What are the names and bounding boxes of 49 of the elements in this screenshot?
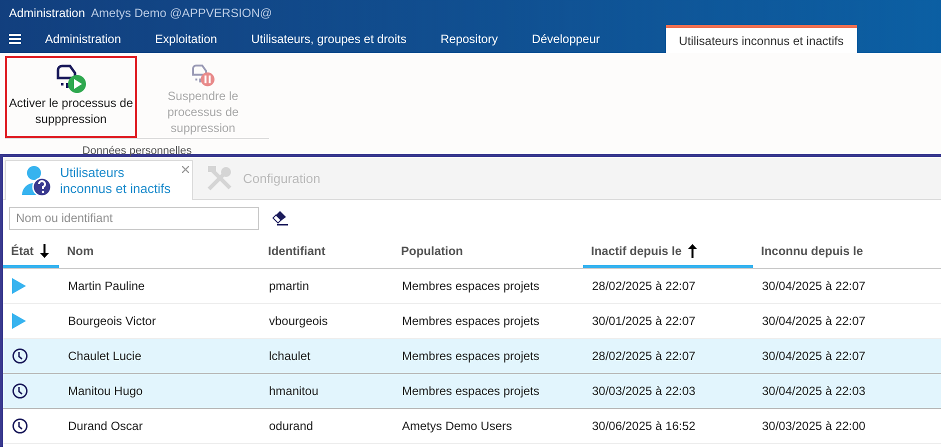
menu-icon[interactable] [9, 34, 21, 44]
sort-up-icon [688, 244, 697, 258]
table-cell-text: 30/04/2025 à 22:07 [761, 313, 866, 330]
close-icon[interactable] [182, 166, 189, 173]
menu-tab[interactable]: Utilisateurs, groupes et droits [239, 25, 418, 53]
table-cell-text: vbourgeois [268, 313, 329, 330]
table-cell-text: 30/04/2025 à 22:03 [761, 383, 866, 400]
table-row[interactable]: Chaulet Lucie lchaulet Membres espaces projets 28/02/2025 à 22:07 30/04/2025 à 22:07 [3, 339, 941, 374]
table-cell-text: 30/01/2025 à 22:07 [591, 313, 696, 330]
table-cell-text: 28/02/2025 à 22:07 [591, 348, 696, 365]
search-field[interactable]: Nom ou identifiant [9, 206, 259, 230]
menu-tab[interactable]: Développeur [520, 25, 612, 53]
column-header[interactable]: Population [393, 236, 583, 268]
window-title: Administration [9, 4, 86, 22]
table-cell-text: Martin Pauline [67, 278, 146, 295]
panel-tab[interactable]: Utilisateurs inconnus et inactifs [5, 160, 193, 200]
contextual-tab[interactable]: Utilisateurs inconnus et inactifs [666, 25, 857, 53]
printer-play-icon [55, 64, 87, 94]
column-header[interactable]: Identifiant [260, 236, 393, 268]
table-cell-text: Membres espaces projets [401, 348, 540, 365]
table-cell-text: Ametys Demo Users [401, 418, 514, 435]
table-cell-text: 30/03/2025 à 22:03 [591, 383, 696, 400]
menu-tab[interactable]: Administration [33, 25, 134, 53]
column-header[interactable]: Inconnu depuis le [753, 236, 934, 268]
table-cell-text: Chaulet Lucie [67, 348, 142, 365]
table-cell-text: 28/02/2025 à 22:07 [591, 278, 696, 295]
table-cell-text: lchaulet [268, 348, 312, 365]
table-cell-text: 30/04/2025 à 22:07 [761, 348, 866, 365]
table-cell-text: odurand [268, 418, 314, 435]
table-cell-text: 30/03/2025 à 22:00 [761, 418, 866, 435]
table-cell-text: 30/04/2025 à 22:07 [761, 278, 866, 295]
table-cell-text: Membres espaces projets [401, 313, 540, 330]
eraser-icon[interactable] [272, 210, 289, 226]
table-cell-text: pmartin [268, 278, 310, 295]
table-cell-text: Bourgeois Victor [67, 313, 157, 330]
table-cell-text: Durand Oscar [67, 418, 144, 435]
menu-tab[interactable]: Repository [428, 25, 510, 53]
menu-tab[interactable]: Exploitation [143, 25, 230, 53]
activate-button[interactable]: Activer le processus de supppression [5, 56, 137, 138]
table-row[interactable]: Manitou Hugo hmanitou Membres espaces projets 30/03/2025 à 22:03 30/04/2025 à 22:03 [3, 374, 941, 409]
column-header[interactable]: Nom [59, 236, 260, 268]
window-subtitle: Ametys Demo @APPVERSION@ [91, 4, 272, 22]
table-cell-text: Membres espaces projets [401, 383, 540, 400]
table-cell-text: Membres espaces projets [401, 278, 540, 295]
table-cell-text: 30/06/2025 à 16:52 [591, 418, 696, 435]
table-cell-text: Manitou Hugo [67, 383, 144, 400]
ribbon-group-label: Données personnelles [82, 145, 192, 157]
table-cell-text: hmanitou [268, 383, 320, 400]
sort-down-icon [40, 244, 49, 258]
